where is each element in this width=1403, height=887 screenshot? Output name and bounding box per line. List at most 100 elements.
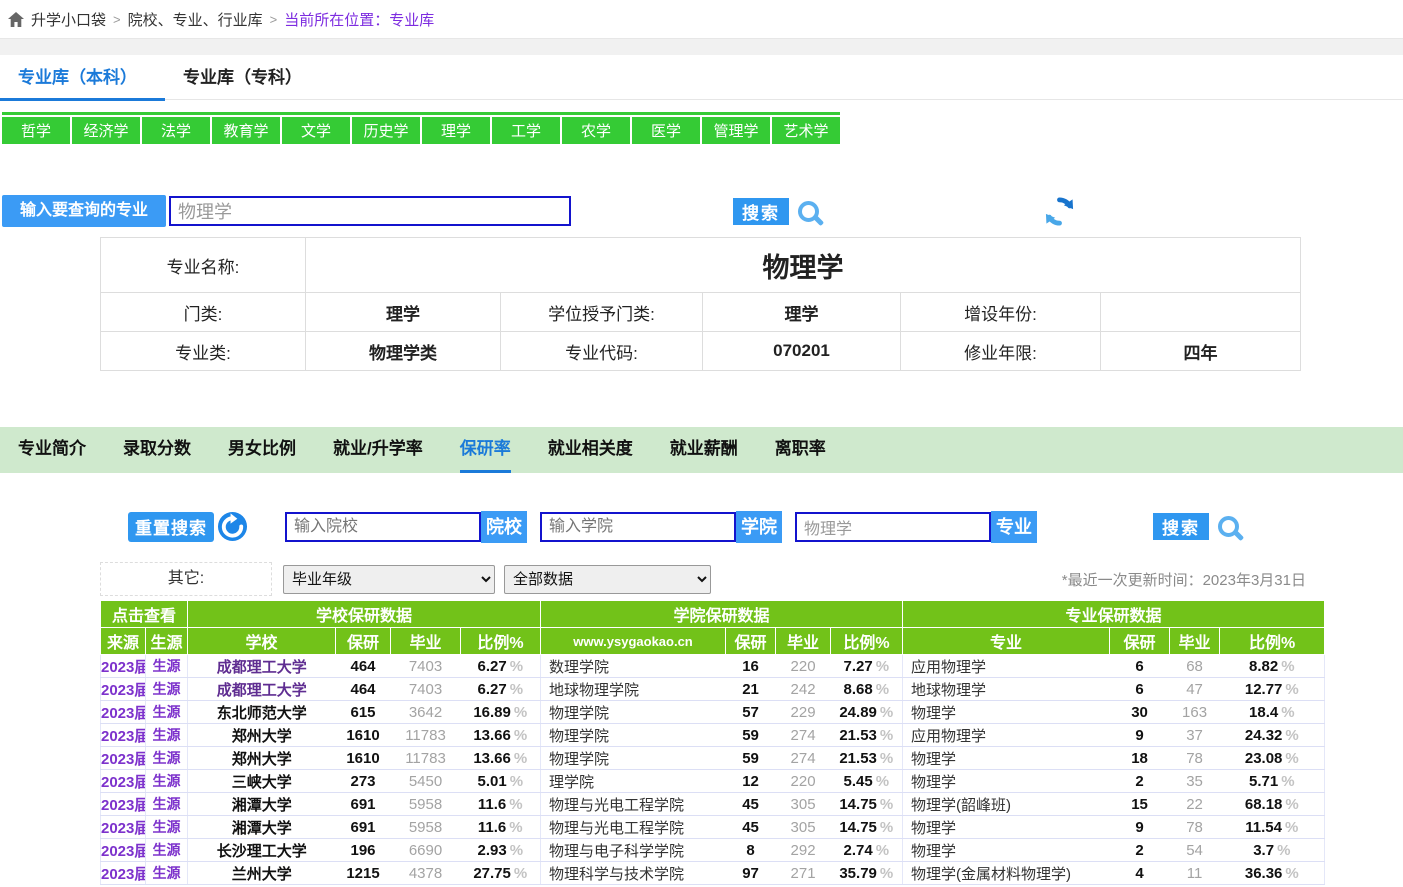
school-link[interactable]: 成都理工大学 — [188, 655, 336, 678]
breadcrumb-separator: > — [113, 12, 121, 27]
school-baoyan-count: 615 — [336, 701, 391, 724]
major-filter-input[interactable] — [795, 512, 991, 542]
major-grad-count: 11 — [1170, 862, 1220, 885]
tab-major-library-undergraduate[interactable]: 专业库（本科） — [18, 55, 137, 100]
filter-magnifier-icon[interactable] — [1218, 516, 1239, 537]
data-scope-select[interactable]: 全部数据 — [504, 565, 711, 594]
filter-search-button[interactable]: 搜索 — [1153, 513, 1209, 540]
college-name: 物理与电子科学学院 — [541, 839, 726, 862]
category-button-4[interactable]: 教育学 — [212, 117, 280, 144]
category-button-7[interactable]: 理学 — [422, 117, 490, 144]
college-baoyan-count: 8 — [726, 839, 776, 862]
source-link[interactable]: 2023届 — [101, 724, 146, 747]
school-link[interactable]: 郑州大学 — [188, 724, 336, 747]
school-link[interactable]: 成都理工大学 — [188, 678, 336, 701]
school-link[interactable]: 湘潭大学 — [188, 816, 336, 839]
major-name: 物理学 — [903, 816, 1110, 839]
major-search-row: 输入要查询的专业 搜索 — [2, 194, 1403, 228]
section-tab[interactable]: 就业相关度 — [548, 427, 633, 473]
school-filter-input[interactable] — [285, 512, 481, 542]
section-tab[interactable]: 男女比例 — [228, 427, 296, 473]
source-link[interactable]: 2023届 — [101, 839, 146, 862]
source-link[interactable]: 2023届 — [101, 701, 146, 724]
origin-link[interactable]: 生源 — [146, 839, 188, 862]
college-baoyan-count: 45 — [726, 793, 776, 816]
source-link[interactable]: 2023届 — [101, 770, 146, 793]
table-row: 2023届生源长沙理工大学19666902.93%物理与电子科学学院82922.… — [101, 839, 1325, 862]
school-link[interactable]: 郑州大学 — [188, 747, 336, 770]
category-button-3[interactable]: 法学 — [142, 117, 210, 144]
source-link[interactable]: 2023届 — [101, 816, 146, 839]
reset-icon[interactable] — [217, 511, 248, 542]
section-tab[interactable]: 保研率 — [460, 427, 511, 473]
major-filter-button[interactable]: 专业 — [991, 511, 1037, 543]
table-row: 2023届生源郑州大学16101178313.66%物理学院5927421.53… — [101, 747, 1325, 770]
school-link[interactable]: 东北师范大学 — [188, 701, 336, 724]
category-button-1[interactable]: 哲学 — [2, 117, 70, 144]
school-link[interactable]: 湘潭大学 — [188, 793, 336, 816]
home-icon[interactable] — [8, 12, 24, 27]
study-years-label: 修业年限: — [901, 332, 1101, 371]
category-button-11[interactable]: 管理学 — [702, 117, 770, 144]
category-button-5[interactable]: 文学 — [282, 117, 350, 144]
origin-link[interactable]: 生源 — [146, 770, 188, 793]
category-button-10[interactable]: 医学 — [632, 117, 700, 144]
major-search-input[interactable] — [169, 196, 571, 226]
school-ratio: 13.66% — [461, 724, 541, 747]
college-baoyan-count: 97 — [726, 862, 776, 885]
category-button-8[interactable]: 工学 — [492, 117, 560, 144]
degree-category-value: 理学 — [703, 293, 901, 332]
school-baoyan-count: 1215 — [336, 862, 391, 885]
college-name: 物理科学与技术学院 — [541, 862, 726, 885]
origin-link[interactable]: 生源 — [146, 816, 188, 839]
school-link[interactable]: 长沙理工大学 — [188, 839, 336, 862]
category-button-12[interactable]: 艺术学 — [772, 117, 840, 144]
school-baoyan-count: 464 — [336, 655, 391, 678]
table-row: 2023届生源成都理工大学46474036.27%地球物理学院212428.68… — [101, 678, 1325, 701]
section-tab[interactable]: 专业简介 — [18, 427, 86, 473]
college-filter-input[interactable] — [540, 512, 736, 542]
origin-link[interactable]: 生源 — [146, 747, 188, 770]
category-button-9[interactable]: 农学 — [562, 117, 630, 144]
reset-search-button[interactable]: 重置搜索 — [128, 512, 214, 542]
source-link[interactable]: 2023届 — [101, 793, 146, 816]
col-header-college-ratio: 比例% — [831, 628, 903, 655]
breadcrumb-site[interactable]: 升学小口袋 — [31, 9, 106, 30]
school-link[interactable]: 三峡大学 — [188, 770, 336, 793]
origin-link[interactable]: 生源 — [146, 793, 188, 816]
source-link[interactable]: 2023届 — [101, 862, 146, 885]
origin-link[interactable]: 生源 — [146, 678, 188, 701]
origin-link[interactable]: 生源 — [146, 724, 188, 747]
major-name: 物理学(金属材料物理学) — [903, 862, 1110, 885]
category-button-2[interactable]: 经济学 — [72, 117, 140, 144]
source-link[interactable]: 2023届 — [101, 747, 146, 770]
college-name: 物理学院 — [541, 747, 726, 770]
source-link[interactable]: 2023届 — [101, 678, 146, 701]
school-filter-button[interactable]: 院校 — [481, 511, 527, 543]
group-header-school-data: 学校保研数据 — [188, 601, 541, 628]
section-tab[interactable]: 就业/升学率 — [333, 427, 423, 473]
college-name: 物理与光电工程学院 — [541, 816, 726, 839]
section-tab[interactable]: 离职率 — [775, 427, 826, 473]
search-button[interactable]: 搜索 — [733, 198, 789, 225]
major-baoyan-count: 15 — [1110, 793, 1170, 816]
breadcrumb-section[interactable]: 院校、专业、行业库 — [128, 9, 263, 30]
tab-major-library-vocational[interactable]: 专业库（专科） — [183, 55, 302, 100]
col-header-source: 来源 — [101, 628, 146, 655]
refresh-icon[interactable] — [1044, 196, 1075, 227]
school-link[interactable]: 兰州大学 — [188, 862, 336, 885]
major-grad-count: 35 — [1170, 770, 1220, 793]
origin-link[interactable]: 生源 — [146, 701, 188, 724]
graduation-year-select[interactable]: 毕业年级 — [283, 565, 495, 594]
major-grad-count: 37 — [1170, 724, 1220, 747]
school-ratio: 5.01% — [461, 770, 541, 793]
category-button-6[interactable]: 历史学 — [352, 117, 420, 144]
origin-link[interactable]: 生源 — [146, 655, 188, 678]
magnifier-icon[interactable] — [798, 201, 819, 222]
major-name-label: 专业名称: — [101, 238, 306, 293]
origin-link[interactable]: 生源 — [146, 862, 188, 885]
source-link[interactable]: 2023届 — [101, 655, 146, 678]
section-tab[interactable]: 就业薪酬 — [670, 427, 738, 473]
college-filter-button[interactable]: 学院 — [736, 511, 782, 543]
section-tab[interactable]: 录取分数 — [123, 427, 191, 473]
